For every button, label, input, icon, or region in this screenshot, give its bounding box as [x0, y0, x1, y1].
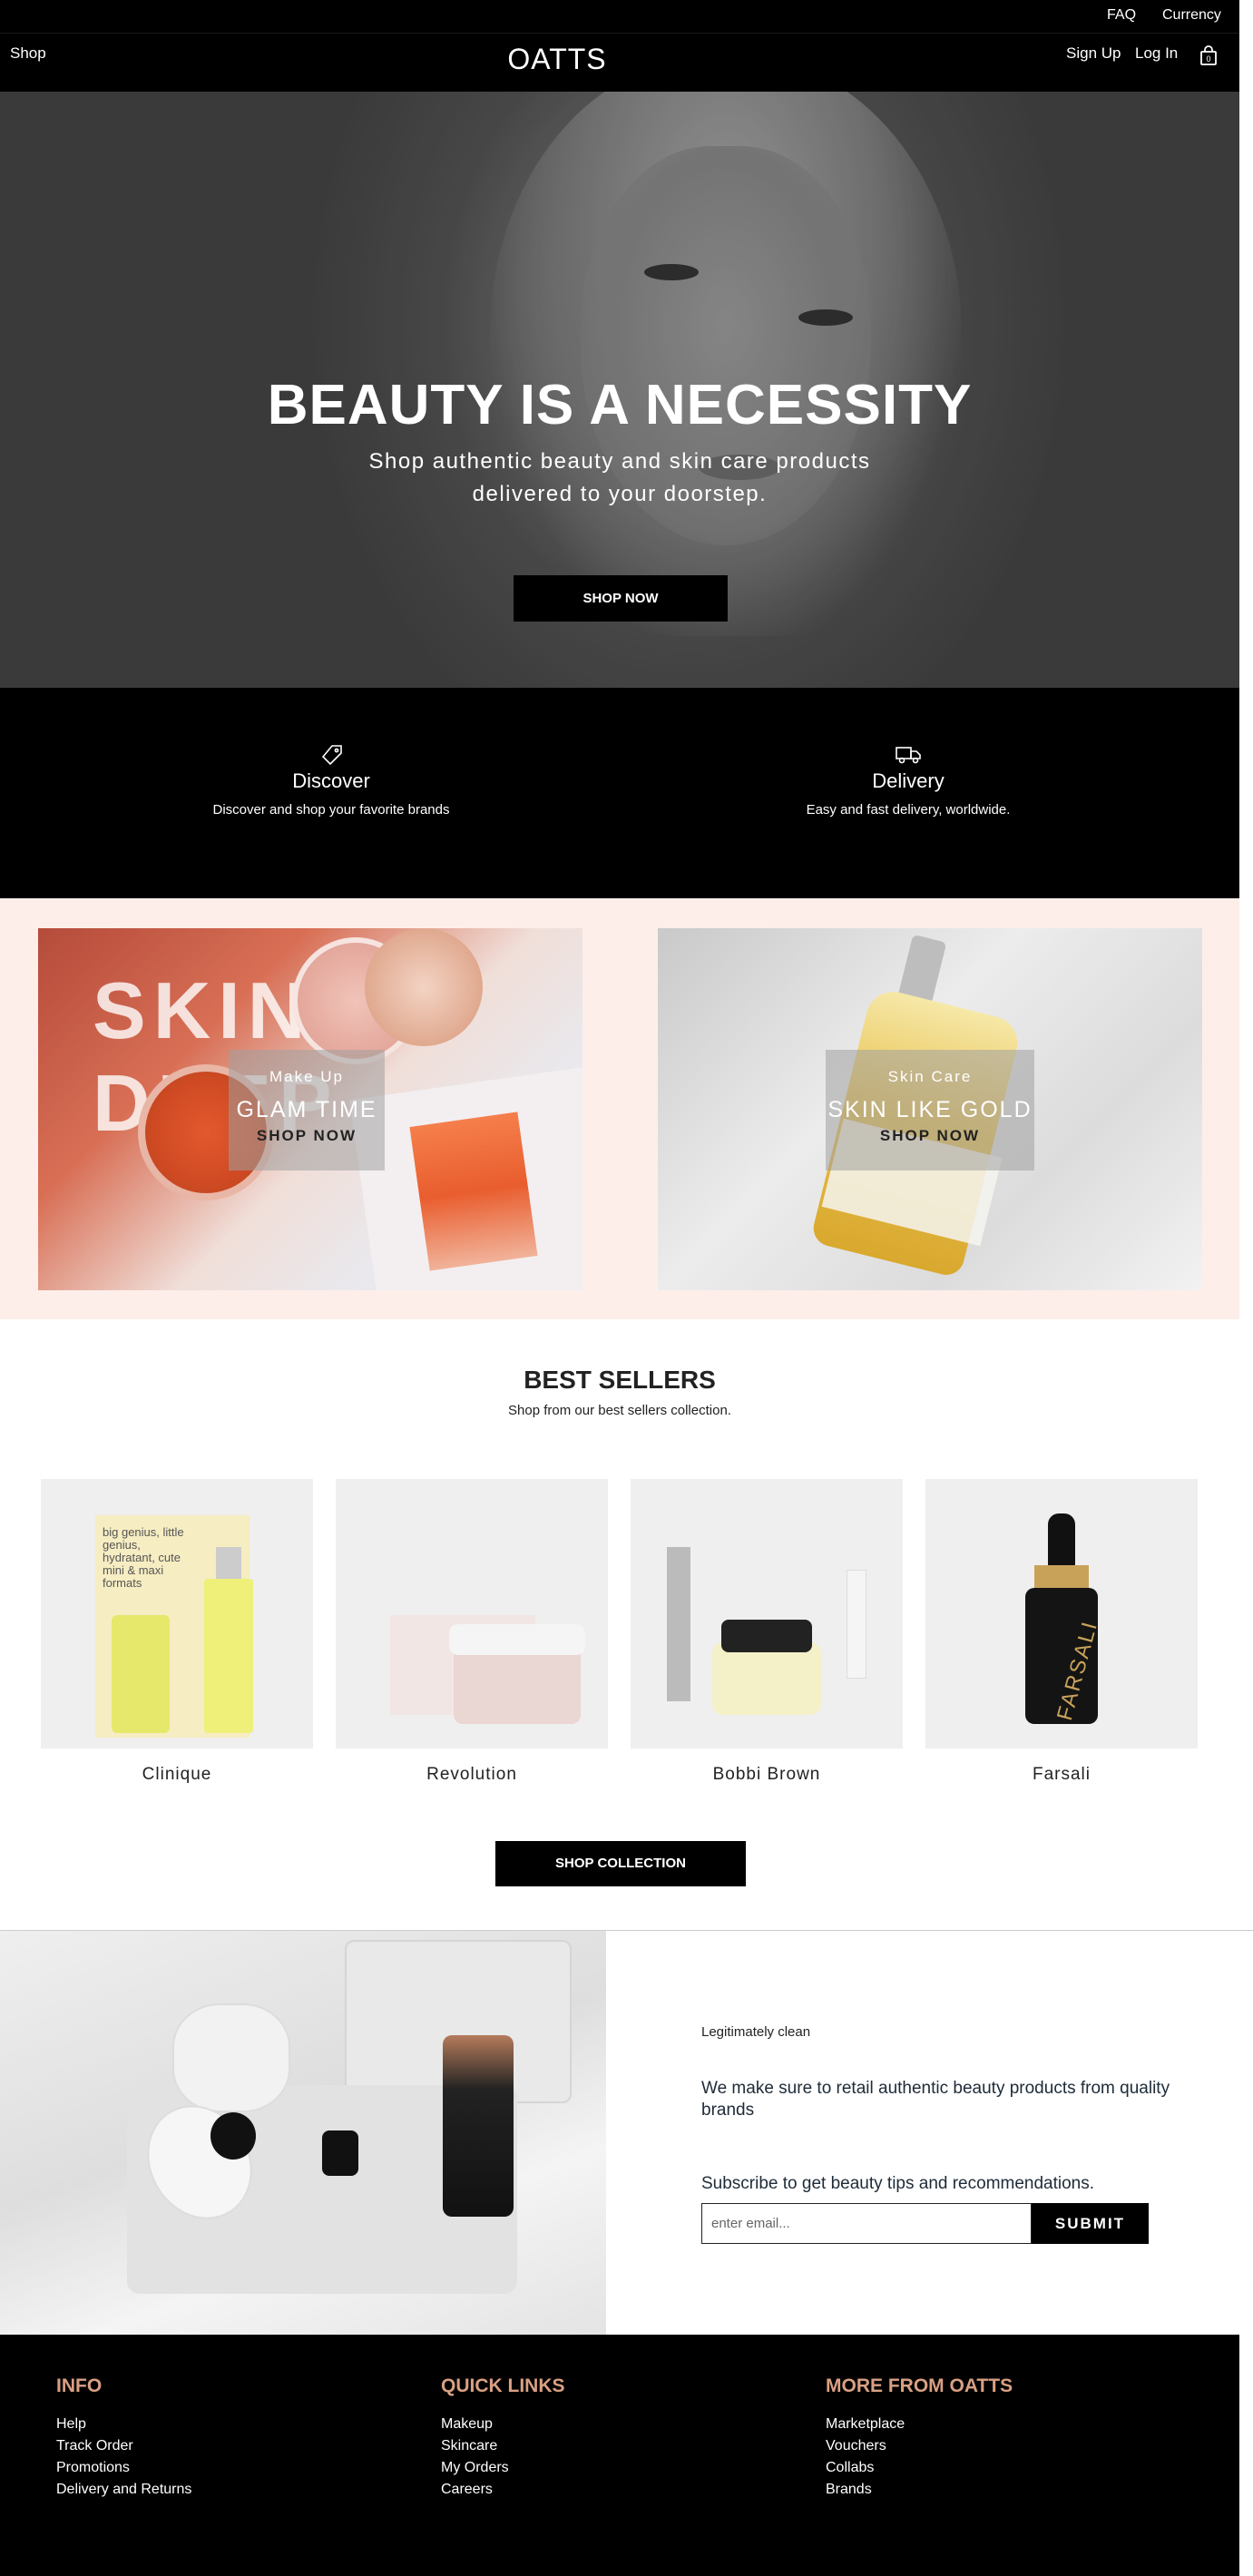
- product-image[interactable]: [631, 1479, 903, 1748]
- product-image[interactable]: [336, 1479, 608, 1748]
- image-cosmetics-bottle: [443, 2035, 514, 2217]
- product-card[interactable]: Revolution: [336, 1479, 608, 1785]
- top-utility-bar: FAQ Currency: [0, 0, 1239, 33]
- footer-link-brands[interactable]: Brands: [826, 2479, 1013, 2501]
- feature-delivery: Delivery Easy and fast delivery, worldwi…: [718, 742, 1099, 818]
- product-image[interactable]: FARSALI: [925, 1479, 1198, 1748]
- features-strip: Discover Discover and shop your favorite…: [0, 688, 1239, 898]
- product-image-lid: [449, 1624, 585, 1655]
- category-kicker: Make Up: [269, 1068, 345, 1085]
- category-tile-makeup[interactable]: SKIN DEEP Make Up GLAM TIME SHOP NOW: [38, 928, 582, 1290]
- shopping-bag-icon[interactable]: 0: [1198, 44, 1219, 66]
- log-in-link[interactable]: Log In: [1135, 44, 1178, 63]
- category-overlay: Make Up GLAM TIME SHOP NOW: [229, 1050, 385, 1170]
- tag-icon: [318, 742, 345, 766]
- category-title: SKIN LIKE GOLD: [827, 1097, 1033, 1122]
- category-kicker: Skin Care: [887, 1068, 973, 1085]
- svg-text:0: 0: [1206, 54, 1210, 64]
- image-mini-perfume: [322, 2130, 358, 2176]
- product-name[interactable]: Farsali: [925, 1765, 1198, 1785]
- footer-link-makeup[interactable]: Makeup: [441, 2414, 565, 2435]
- footer-heading: MORE FROM OATTS: [826, 2375, 1013, 2396]
- newsletter-subscribe-label: Subscribe to get beauty tips and recomme…: [701, 2174, 1095, 2193]
- product-image-cap: [216, 1547, 241, 1583]
- truck-icon: [895, 742, 922, 766]
- hero-title: BEAUTY IS A NECESSITY: [267, 374, 973, 436]
- category-title: GLAM TIME: [236, 1097, 377, 1122]
- product-image-tube: [112, 1615, 170, 1733]
- faq-link[interactable]: FAQ: [1107, 7, 1136, 24]
- newsletter-kicker: Legitimately clean: [701, 2024, 811, 2040]
- product-card[interactable]: big genius, little genius, hydratant, cu…: [41, 1479, 313, 1785]
- main-navbar: Shop OATTS Sign Up Log In 0: [0, 33, 1239, 92]
- site-footer: INFO Help Track Order Promotions Deliver…: [0, 2335, 1239, 2576]
- footer-link-my-orders[interactable]: My Orders: [441, 2457, 565, 2479]
- product-image[interactable]: big genius, little genius, hydratant, cu…: [41, 1479, 313, 1748]
- footer-link-promotions[interactable]: Promotions: [56, 2457, 191, 2479]
- product-image-mascara: [667, 1547, 690, 1701]
- hero-subtitle: Shop authentic beauty and skin care prod…: [368, 449, 871, 506]
- footer-column-info: INFO Help Track Order Promotions Deliver…: [56, 2375, 191, 2501]
- category-shop-now-link[interactable]: SHOP NOW: [826, 1127, 1034, 1145]
- site-logo[interactable]: OATTS: [0, 43, 1114, 76]
- product-name[interactable]: Bobbi Brown: [631, 1765, 903, 1785]
- feature-title: Discover: [292, 769, 370, 792]
- product-card[interactable]: Bobbi Brown: [631, 1479, 903, 1785]
- footer-column-more: MORE FROM OATTS Marketplace Vouchers Col…: [826, 2375, 1013, 2501]
- email-input[interactable]: [701, 2203, 1032, 2244]
- category-tiles: SKIN DEEP Make Up GLAM TIME SHOP NOW Ski…: [0, 898, 1239, 1319]
- product-image-text: big genius, little genius, hydratant, cu…: [103, 1525, 184, 1590]
- footer-link-track-order[interactable]: Track Order: [56, 2435, 191, 2457]
- footer-link-skincare[interactable]: Skincare: [441, 2435, 565, 2457]
- sign-up-link[interactable]: Sign Up: [1066, 44, 1121, 63]
- best-sellers-subtitle: Shop from our best sellers collection.: [508, 1403, 731, 1418]
- product-image-lid: [721, 1620, 812, 1652]
- footer-heading: INFO: [56, 2375, 103, 2396]
- submit-button[interactable]: SUBMIT: [1032, 2203, 1149, 2244]
- footer-link-help[interactable]: Help: [56, 2414, 191, 2435]
- image-perfume-cap: [210, 2112, 256, 2160]
- tile-image-lid: [365, 928, 483, 1046]
- footer-heading: QUICK LINKS: [441, 2375, 565, 2396]
- product-card[interactable]: FARSALI Farsali: [925, 1479, 1198, 1785]
- feature-title: Delivery: [872, 769, 945, 792]
- feature-description: Discover and shop your favorite brands: [212, 802, 450, 818]
- shop-collection-button[interactable]: SHOP COLLECTION: [495, 1841, 746, 1886]
- footer-link-careers[interactable]: Careers: [441, 2479, 565, 2501]
- product-name[interactable]: Revolution: [336, 1765, 608, 1785]
- image-candle: [172, 2003, 290, 2112]
- best-sellers-title: BEST SELLERS: [524, 1366, 716, 1394]
- product-name[interactable]: Clinique: [41, 1765, 313, 1785]
- hero-banner: BEAUTY IS A NECESSITY Shop authentic bea…: [0, 92, 1239, 688]
- hero-shop-now-button[interactable]: SHOP NOW: [514, 575, 728, 622]
- footer-link-delivery-returns[interactable]: Delivery and Returns: [56, 2479, 191, 2501]
- product-image-stick: [847, 1570, 866, 1679]
- category-overlay: Skin Care SKIN LIKE GOLD SHOP NOW: [826, 1050, 1034, 1170]
- footer-link-marketplace[interactable]: Marketplace: [826, 2414, 1013, 2435]
- footer-column-quick-links: QUICK LINKS Makeup Skincare My Orders Ca…: [441, 2375, 565, 2501]
- product-image-dropper: [1048, 1513, 1075, 1568]
- category-shop-now-link[interactable]: SHOP NOW: [229, 1127, 385, 1145]
- footer-link-vouchers[interactable]: Vouchers: [826, 2435, 1013, 2457]
- lifestyle-image: [0, 1931, 606, 2335]
- newsletter-text: We make sure to retail authentic beauty …: [701, 2079, 1170, 2120]
- product-image-jar: [712, 1642, 821, 1715]
- feature-description: Easy and fast delivery, worldwide.: [806, 802, 1011, 818]
- product-image-bottle: [204, 1579, 253, 1733]
- footer-link-collabs[interactable]: Collabs: [826, 2457, 1013, 2479]
- currency-selector[interactable]: Currency: [1162, 7, 1221, 24]
- feature-discover: Discover Discover and shop your favorite…: [141, 742, 522, 818]
- category-tile-skincare[interactable]: Skin Care SKIN LIKE GOLD SHOP NOW: [658, 928, 1202, 1290]
